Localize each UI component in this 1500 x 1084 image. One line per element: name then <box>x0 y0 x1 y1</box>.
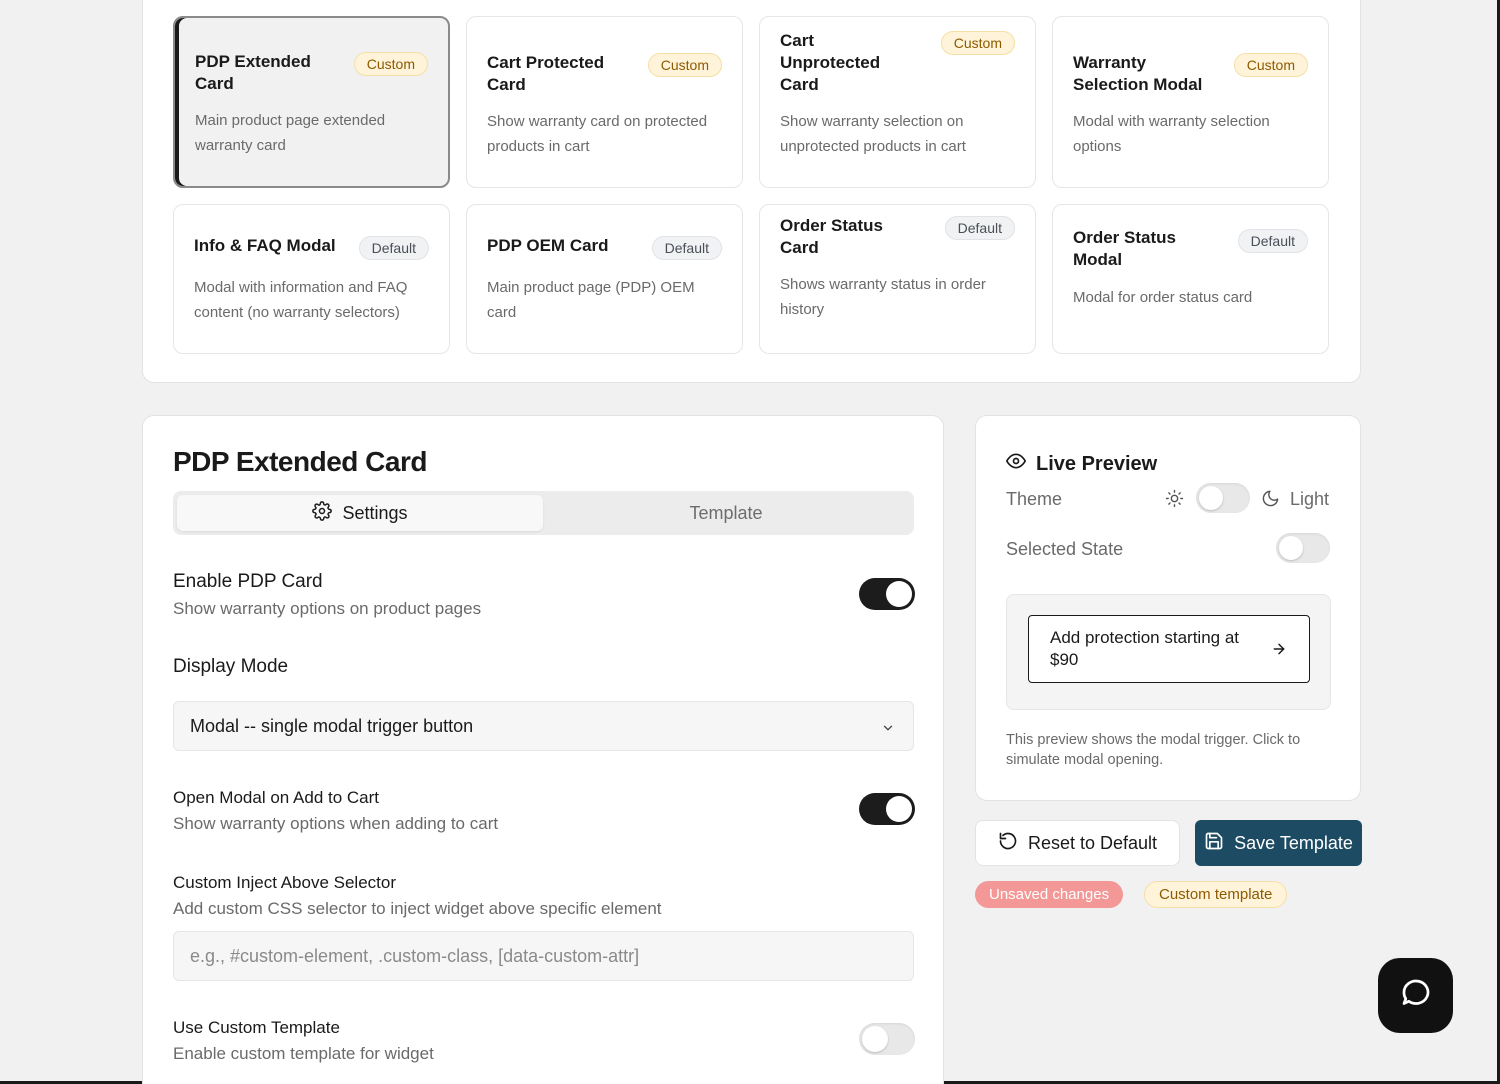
custom-badge: Custom <box>1233 53 1308 77</box>
toggle-knob <box>1199 486 1223 510</box>
tab-settings-label: Settings <box>342 502 408 523</box>
open-modal-toggle[interactable] <box>859 793 915 825</box>
open-modal-description: Show warranty options when adding to car… <box>173 814 499 833</box>
tab-template-label: Template <box>689 502 763 523</box>
reset-to-default-button[interactable]: Reset to Default <box>975 820 1180 866</box>
template-card-description: Modal with information and FAQ content (… <box>194 279 408 321</box>
custom-template-description: Enable custom template for widget <box>173 1044 434 1063</box>
inject-selector-input[interactable] <box>173 931 914 981</box>
theme-toggle[interactable] <box>1196 483 1250 513</box>
theme-label: Theme <box>1006 489 1063 509</box>
template-card-description: Shows warranty status in order history <box>780 276 986 318</box>
custom-template-label: Use Custom Template <box>173 1018 340 1037</box>
display-mode-label: Display Mode <box>173 656 289 677</box>
template-card-description: Modal with warranty selection options <box>1073 113 1270 155</box>
custom-badge: Custom <box>647 53 722 77</box>
support-chat-button[interactable] <box>1378 958 1453 1033</box>
default-badge: Default <box>651 236 722 260</box>
custom-template-toggle[interactable] <box>859 1023 915 1055</box>
toggle-knob <box>862 1026 888 1052</box>
custom-template-badge: Custom template <box>1144 881 1288 908</box>
inject-selector-label: Custom Inject Above Selector <box>173 873 397 892</box>
template-card-description: Main product page extended warranty card <box>195 112 386 154</box>
save-label: Save Template <box>1234 832 1353 853</box>
chat-bubble-icon <box>1398 975 1434 1016</box>
reset-label: Reset to Default <box>1027 832 1158 853</box>
arrow-right-icon <box>1271 641 1287 663</box>
custom-badge: Custom <box>353 52 428 76</box>
template-card-title: Order Status Modal <box>1073 228 1176 269</box>
tab-template[interactable]: Template <box>543 495 909 531</box>
moon-icon <box>1261 489 1280 513</box>
selected-state-label: Selected State <box>1006 539 1124 559</box>
toggle-knob <box>886 581 912 607</box>
tab-settings[interactable]: Settings <box>177 495 543 531</box>
tab-bar: Settings Template <box>173 491 914 535</box>
template-card-title: PDP OEM Card <box>487 236 609 255</box>
toggle-knob <box>886 796 912 822</box>
template-card-order-status-modal[interactable]: Order Status Modal Default Modal for ord… <box>1052 204 1329 354</box>
template-card-title: Cart Unprotected Card <box>780 31 881 94</box>
template-card-title: Order Status Card <box>780 216 883 257</box>
enable-pdp-description: Show warranty options on product pages <box>173 599 482 618</box>
add-protection-label: Add protection starting at $90 <box>1050 628 1240 669</box>
template-card-description: Modal for order status card <box>1073 289 1253 306</box>
gear-icon <box>312 500 333 526</box>
template-card-pdp-oem[interactable]: PDP OEM Card Default Main product page (… <box>466 204 743 354</box>
default-badge: Default <box>944 216 1015 240</box>
template-card-pdp-extended[interactable]: PDP Extended Card Custom Main product pa… <box>173 16 450 188</box>
reset-icon <box>998 831 1018 856</box>
template-grid-panel: PDP Extended Card Custom Main product pa… <box>142 0 1361 383</box>
live-preview-title: Live Preview <box>1036 452 1158 475</box>
template-card-title: Info & FAQ Modal <box>194 236 336 255</box>
template-card-description: Show warranty selection on unprotected p… <box>780 113 966 155</box>
template-card-title: Cart Protected Card <box>487 53 605 94</box>
template-card-description: Main product page (PDP) OEM card <box>487 279 695 321</box>
template-card-info-faq-modal[interactable]: Info & FAQ Modal Default Modal with info… <box>173 204 450 354</box>
template-card-title: Warranty Selection Modal <box>1073 53 1203 94</box>
open-modal-label: Open Modal on Add to Cart <box>173 788 380 807</box>
template-card-cart-unprotected[interactable]: Cart Unprotected Card Custom Show warran… <box>759 16 1036 188</box>
default-badge: Default <box>358 236 429 260</box>
template-card-order-status-card[interactable]: Order Status Card Default Shows warranty… <box>759 204 1036 354</box>
default-badge: Default <box>1237 229 1308 253</box>
inject-selector-description: Add custom CSS selector to inject widget… <box>173 899 662 918</box>
sun-icon <box>1165 489 1184 513</box>
unsaved-changes-badge: Unsaved changes <box>975 881 1124 908</box>
page-title: PDP Extended Card <box>173 446 427 477</box>
theme-value: Light <box>1290 489 1330 509</box>
eye-icon <box>1006 451 1026 477</box>
template-card-title: PDP Extended Card <box>195 52 311 93</box>
add-protection-button[interactable]: Add protection starting at $90 <box>1028 615 1310 683</box>
enable-pdp-toggle[interactable] <box>859 578 915 610</box>
save-icon <box>1204 831 1224 856</box>
template-card-warranty-selection-modal[interactable]: Warranty Selection Modal Custom Modal wi… <box>1052 16 1329 188</box>
toggle-knob <box>1279 536 1303 560</box>
template-card-description: Show warranty card on protected products… <box>487 113 708 155</box>
save-template-button[interactable]: Save Template <box>1195 820 1362 866</box>
settings-panel: PDP Extended Card Settings Template Enab… <box>142 415 944 1084</box>
display-mode-select[interactable]: Modal -- single modal trigger button <box>173 701 914 751</box>
live-preview-panel: Live Preview Theme Light Selected State … <box>975 415 1361 801</box>
live-preview-header: Live Preview <box>1006 451 1157 477</box>
preview-canvas: Add protection starting at $90 <box>1006 594 1331 710</box>
enable-pdp-label: Enable PDP Card <box>173 571 323 592</box>
selected-state-toggle[interactable] <box>1276 533 1330 563</box>
preview-note: This preview shows the modal trigger. Cl… <box>1006 732 1301 768</box>
template-card-cart-protected[interactable]: Cart Protected Card Custom Show warranty… <box>466 16 743 188</box>
display-mode-value: Modal -- single modal trigger button <box>190 715 474 736</box>
chevron-down-icon <box>881 719 895 740</box>
custom-badge: Custom <box>940 31 1015 55</box>
